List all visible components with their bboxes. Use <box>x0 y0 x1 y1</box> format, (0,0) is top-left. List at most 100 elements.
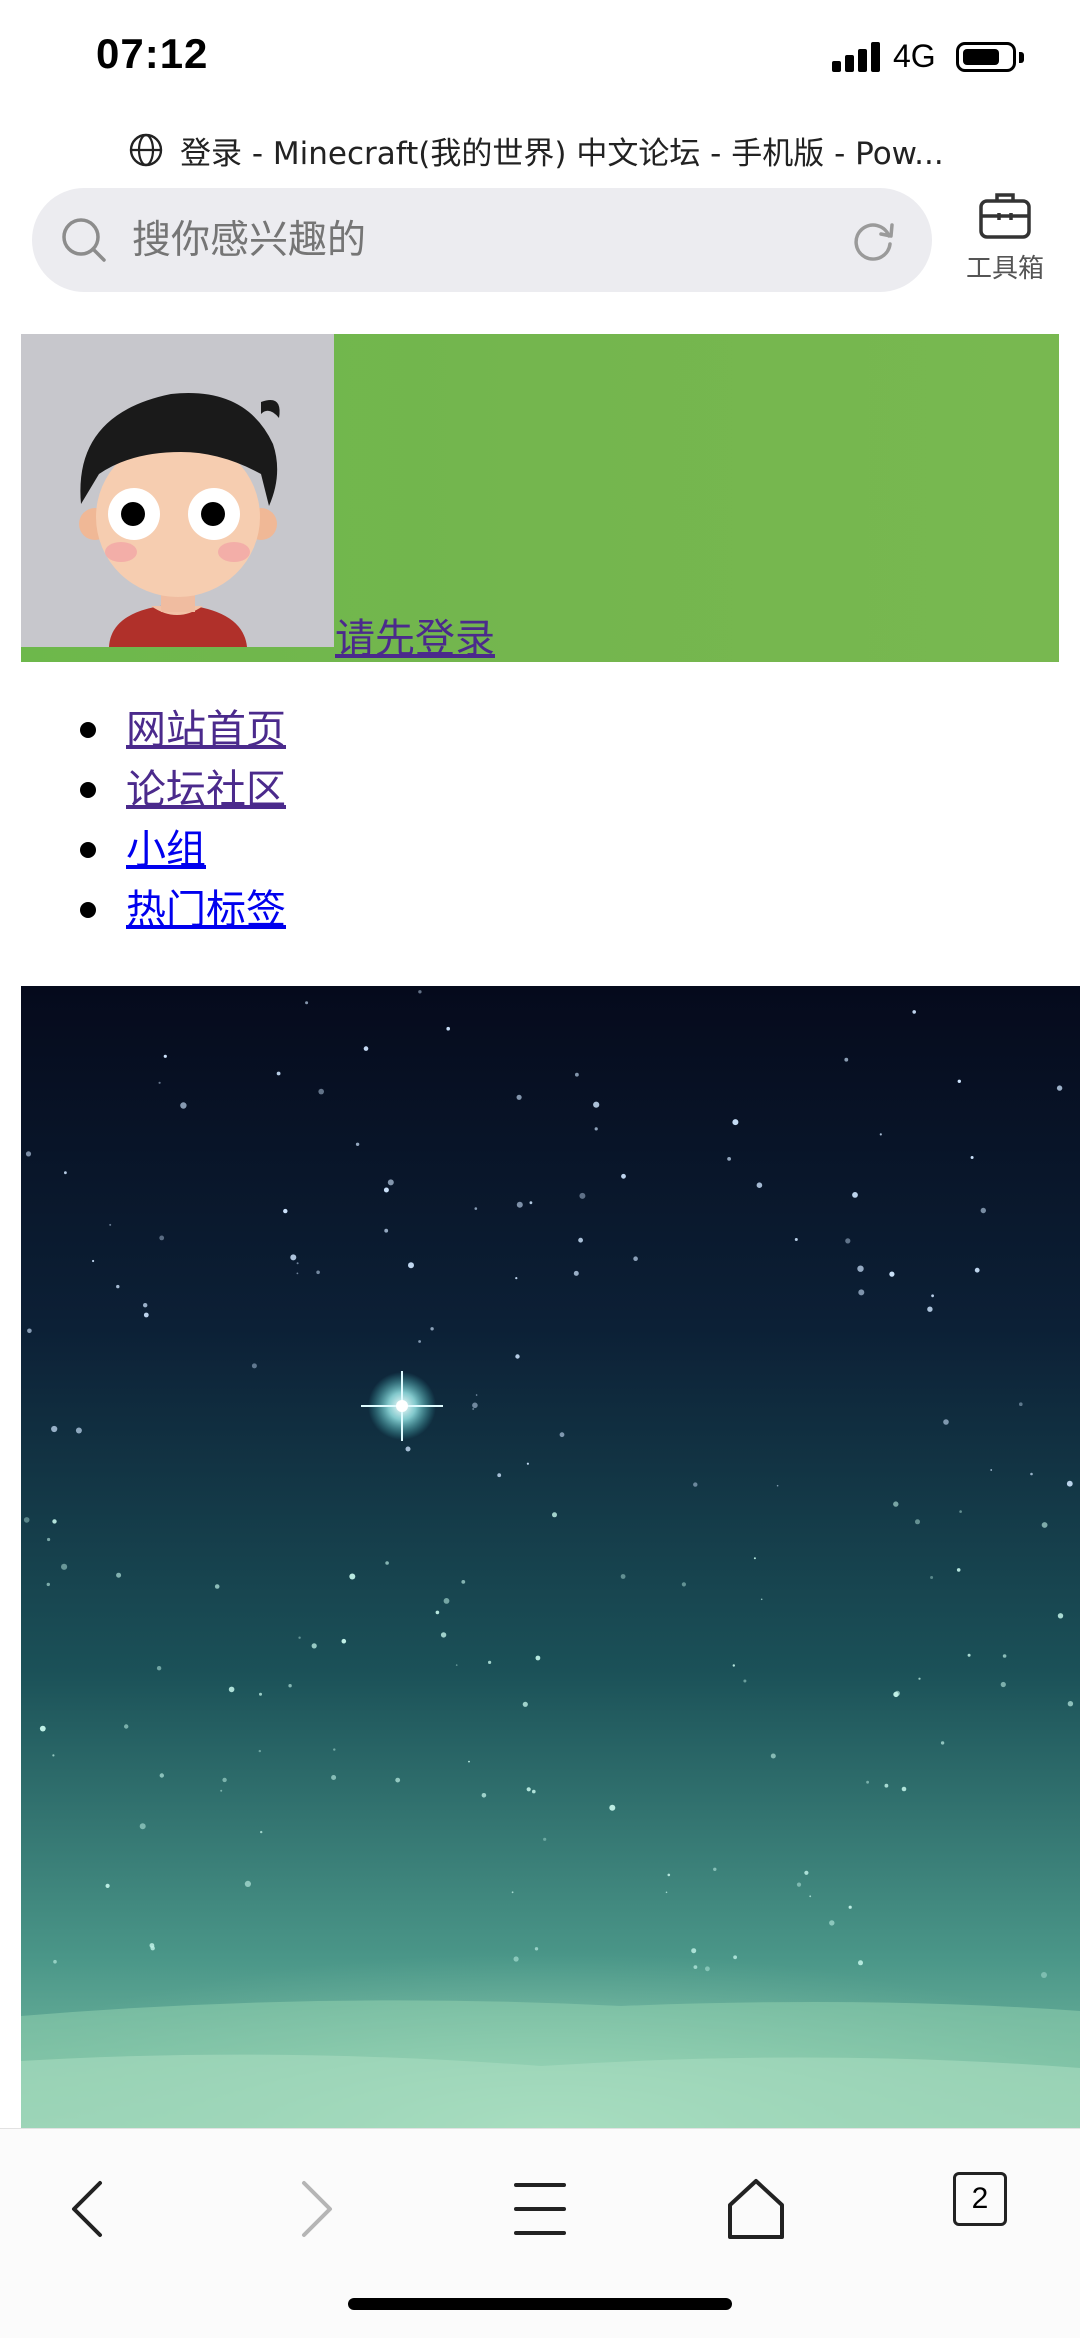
star <box>481 1793 487 1798</box>
star <box>143 1312 149 1318</box>
star <box>579 1192 586 1199</box>
star <box>472 1402 478 1409</box>
nav-link-home[interactable]: 网站首页 <box>126 700 286 760</box>
star <box>497 1473 502 1478</box>
star <box>559 1432 565 1438</box>
star <box>1000 1681 1006 1688</box>
star <box>159 1235 165 1241</box>
star <box>511 1891 514 1894</box>
star <box>180 1102 187 1109</box>
star <box>143 1303 148 1308</box>
star <box>526 1462 529 1465</box>
back-icon[interactable] <box>50 2169 130 2249</box>
star <box>46 1582 50 1587</box>
toolbox-button[interactable]: 工具箱 <box>958 186 1052 296</box>
star <box>931 1294 934 1298</box>
star <box>593 1101 600 1108</box>
star <box>163 1054 167 1058</box>
star <box>1019 1402 1023 1406</box>
nav-link-tags[interactable]: 热门标签 <box>126 880 286 940</box>
star <box>296 1262 299 1265</box>
signal-icon <box>832 42 882 72</box>
star <box>665 1891 668 1894</box>
search-input[interactable] <box>130 188 834 294</box>
hero-image <box>21 986 1080 2128</box>
star <box>51 1425 58 1433</box>
star <box>732 1119 739 1126</box>
star <box>383 1187 389 1193</box>
star <box>753 1557 756 1560</box>
star <box>435 1610 440 1615</box>
search-bar[interactable] <box>32 188 932 294</box>
nav-link-forum[interactable]: 论坛社区 <box>126 760 286 820</box>
reload-icon[interactable] <box>847 214 899 266</box>
star <box>681 1582 687 1587</box>
star <box>39 1725 46 1732</box>
star <box>970 1156 974 1159</box>
star <box>296 1272 299 1275</box>
star <box>385 1561 389 1565</box>
star <box>918 1677 921 1680</box>
star <box>349 1573 356 1580</box>
star <box>980 1207 986 1214</box>
star <box>727 1157 731 1161</box>
star <box>713 1867 717 1871</box>
star <box>64 1171 67 1175</box>
star <box>884 1783 889 1788</box>
star <box>796 1882 802 1887</box>
star <box>552 1512 557 1518</box>
star <box>1067 1701 1074 1707</box>
star <box>526 1787 531 1792</box>
star <box>522 1701 528 1707</box>
star <box>667 1873 671 1877</box>
star <box>809 1895 812 1898</box>
star <box>251 1363 257 1369</box>
star <box>468 1760 470 1763</box>
star <box>156 1666 162 1671</box>
star <box>158 1081 161 1084</box>
star <box>1002 1654 1007 1658</box>
star <box>959 1510 962 1513</box>
star <box>61 1563 68 1570</box>
star <box>258 1749 261 1753</box>
star <box>776 1484 779 1487</box>
star <box>532 1789 536 1794</box>
star <box>974 1267 980 1273</box>
star <box>578 1237 583 1243</box>
star <box>857 1265 864 1272</box>
forward-icon[interactable] <box>274 2169 354 2249</box>
menu-icon[interactable] <box>500 2169 580 2249</box>
star <box>405 1446 411 1452</box>
login-link[interactable]: 请先登录 <box>335 606 495 664</box>
star <box>1057 1613 1064 1619</box>
star <box>733 1955 737 1960</box>
star <box>901 1786 907 1792</box>
tabs-icon[interactable]: 2 <box>953 2172 1007 2226</box>
star <box>535 1655 541 1661</box>
star <box>691 1948 697 1954</box>
nav-link-groups[interactable]: 小组 <box>126 820 206 880</box>
bullet <box>80 902 96 918</box>
star <box>92 1259 95 1263</box>
battery-icon <box>956 42 1016 72</box>
star <box>575 1072 579 1077</box>
bullet <box>80 842 96 858</box>
star <box>1041 1972 1047 1978</box>
home-icon[interactable] <box>716 2169 796 2249</box>
star <box>75 1427 82 1434</box>
star <box>927 1306 933 1312</box>
star <box>1041 1522 1048 1528</box>
star <box>967 1653 971 1657</box>
avatar <box>21 334 334 647</box>
star <box>408 1262 414 1269</box>
star <box>943 1419 949 1425</box>
page-title-row: 登录 - Minecraft(我的世界) 中文论坛 - 手机版 - Pow... <box>128 125 988 175</box>
star <box>732 1664 735 1667</box>
star <box>116 1284 120 1289</box>
star <box>47 1537 51 1542</box>
star <box>214 1584 220 1589</box>
star <box>990 1469 993 1471</box>
status-time: 07:12 <box>96 30 209 77</box>
star <box>259 1692 262 1696</box>
star <box>52 1754 55 1757</box>
